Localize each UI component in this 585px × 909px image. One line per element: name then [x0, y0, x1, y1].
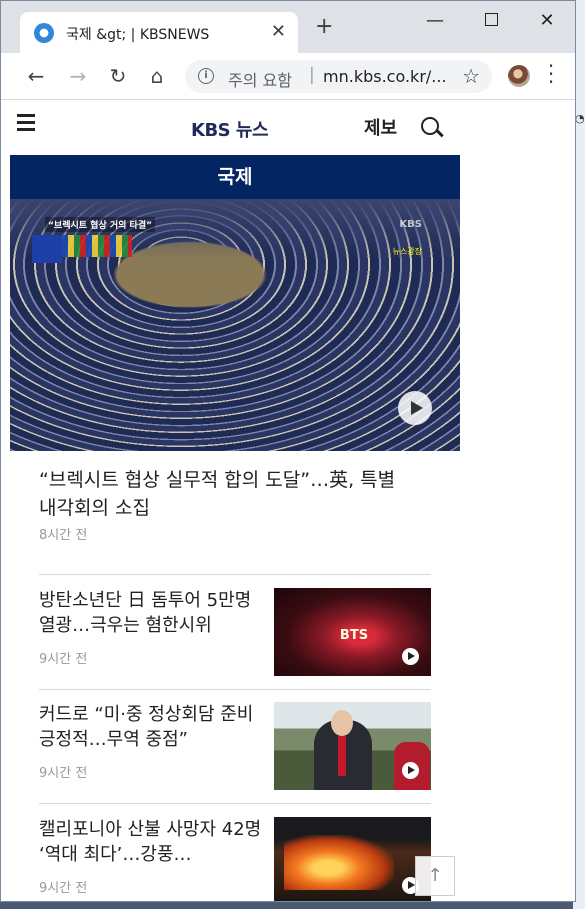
image-badge: 뉴스광장: [392, 247, 422, 256]
thumbnail-text: BTS: [339, 628, 369, 643]
thumbnail-person-head: [331, 710, 353, 736]
eu-flag: [32, 235, 62, 263]
list-item-time: 9시간 전: [39, 766, 88, 781]
image-caption: “브렉시트 협상 거의 타결”: [45, 217, 156, 232]
maximize-button[interactable]: [467, 9, 515, 33]
list-item-thumbnail[interactable]: BTS: [274, 588, 431, 676]
site-header: KBS 뉴스 제보: [1, 100, 461, 154]
list-item-thumbnail[interactable]: [274, 817, 431, 901]
info-icon[interactable]: i: [198, 68, 214, 84]
play-icon[interactable]: [398, 391, 432, 425]
play-icon[interactable]: [402, 762, 419, 779]
browser-window: 국제 &gt; | KBSNEWS ✕ + — ✕ ← → ↻ ⌂ i 주의 요…: [0, 0, 576, 902]
list-item[interactable]: 방탄소년단 日 돔투어 5만명 열광…극우는 혐한시위 9시간 전 BTS: [39, 588, 431, 678]
divider: [39, 689, 431, 690]
new-tab-button[interactable]: +: [315, 16, 333, 38]
minimize-button[interactable]: —: [411, 9, 459, 33]
hamburger-icon[interactable]: [17, 114, 35, 131]
reload-icon[interactable]: ↻: [105, 63, 131, 89]
thumbnail-tie: [338, 736, 346, 776]
top-story-time: 8시간 전: [39, 528, 88, 543]
list-item-thumbnail[interactable]: [274, 702, 431, 790]
list-item-title[interactable]: 캘리포니아 산불 사망자 42명 ‘역대 최다’…강풍…: [39, 817, 267, 867]
list-item-time: 9시간 전: [39, 881, 88, 896]
back-icon[interactable]: ←: [23, 63, 49, 89]
home-icon[interactable]: ⌂: [144, 63, 170, 89]
close-icon[interactable]: ✕: [271, 21, 286, 42]
tab-title: 국제 &gt; | KBSNEWS: [66, 27, 210, 43]
list-item-title[interactable]: 방탄소년단 日 돔투어 5만명 열광…극우는 혐한시위: [39, 588, 267, 638]
list-item[interactable]: 캘리포니아 산불 사망자 42명 ‘역대 최다’…강풍… 9시간 전: [39, 817, 431, 901]
divider: [39, 803, 431, 804]
desktop-fragment: ◔: [575, 112, 585, 125]
list-item-time: 9시간 전: [39, 652, 88, 667]
favicon-icon: [34, 23, 54, 43]
maximize-icon: [484, 13, 498, 26]
omnibox-separator: |: [309, 65, 315, 85]
top-story-title[interactable]: “브렉시트 협상 실무적 합의 도달”…英, 특별내각회의 소집: [39, 466, 399, 522]
tab-active[interactable]: 국제 &gt; | KBSNEWS ✕: [20, 12, 298, 53]
window-close-button[interactable]: ✕: [523, 9, 571, 33]
page-viewport: KBS 뉴스 제보 국제 “브렉시트 협상 거의 타결” KBS 뉴스광장 “브…: [1, 100, 575, 901]
site-logo[interactable]: KBS 뉴스: [191, 116, 269, 142]
avatar[interactable]: [508, 65, 530, 87]
divider: [39, 574, 431, 575]
address-bar[interactable]: i 주의 요함 | mn.kbs.co.kr/... ☆: [185, 60, 492, 93]
report-button[interactable]: 제보: [364, 114, 397, 140]
security-status[interactable]: 주의 요함: [228, 67, 292, 91]
browser-toolbar: ← → ↻ ⌂ i 주의 요함 | mn.kbs.co.kr/... ☆ · · ·: [1, 53, 575, 100]
tab-strip: 국제 &gt; | KBSNEWS ✕ + — ✕: [1, 1, 575, 53]
url-text[interactable]: mn.kbs.co.kr/...: [323, 67, 447, 86]
star-icon[interactable]: ☆: [462, 64, 480, 88]
list-item[interactable]: 커드로 “미·중 정상회담 준비 긍정적…무역 중점” 9시간 전: [39, 702, 431, 792]
play-icon[interactable]: [402, 648, 419, 665]
menu-icon[interactable]: · · ·: [546, 56, 556, 92]
search-icon[interactable]: [421, 117, 439, 135]
section-title: 국제: [10, 155, 460, 199]
arrow-up-icon[interactable]: ↑: [415, 856, 455, 896]
list-item-title[interactable]: 커드로 “미·중 정상회담 준비 긍정적…무역 중점”: [39, 702, 267, 752]
forward-icon[interactable]: →: [65, 63, 91, 89]
thumbnail-fire: [284, 835, 394, 890]
image-watermark: KBS: [399, 219, 422, 230]
top-story-image[interactable]: “브렉시트 협상 거의 타결” KBS 뉴스광장: [10, 199, 460, 451]
